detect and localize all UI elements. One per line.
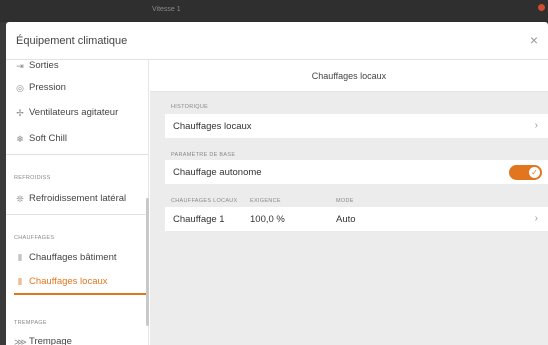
sidebar-item-label: Chauffages locaux bbox=[29, 276, 108, 287]
autonomous-heater-row: Chauffage autonome ✓ bbox=[165, 160, 548, 184]
heater-name: Chauffage 1 bbox=[173, 214, 225, 225]
soaking-icon: ⋙ bbox=[14, 337, 27, 345]
sidebar-item-ventilateurs[interactable]: ✢ Ventilateurs agitateur bbox=[6, 101, 149, 125]
soft-chill-icon: ❄ bbox=[16, 134, 24, 144]
close-icon[interactable]: × bbox=[530, 33, 538, 47]
side-cooling-icon: ❊ bbox=[16, 194, 24, 204]
sidebar-section-trempage: TREMPAGE bbox=[14, 320, 47, 326]
pressure-icon: ◎ bbox=[16, 83, 24, 93]
main-header: Chauffages locaux bbox=[150, 60, 548, 92]
sidebar-scrollbar[interactable] bbox=[146, 198, 149, 326]
fan-icon: ✢ bbox=[16, 108, 24, 118]
column-header-exigence: EXIGENCE bbox=[250, 198, 281, 204]
sidebar-item-chauffages-batiment[interactable]: ⦀ Chauffages bâtiment bbox=[6, 246, 149, 270]
sidebar-item-soft-chill[interactable]: ❄ Soft Chill bbox=[6, 127, 149, 151]
sidebar: ⇥ Sorties ◎ Pression ✢ Ventilateurs agit… bbox=[6, 60, 149, 345]
active-indicator bbox=[14, 293, 147, 295]
page-title: Chauffages locaux bbox=[311, 71, 387, 81]
topbar-title: Vitesse 1 bbox=[152, 6, 181, 13]
climate-equipment-dialog: Équipement climatique × ⇥ Sorties ◎ Pres… bbox=[6, 22, 548, 345]
outputs-icon: ⇥ bbox=[16, 61, 24, 71]
sidebar-item-label: Trempage bbox=[29, 336, 72, 345]
sidebar-item-sorties[interactable]: ⇥ Sorties bbox=[6, 54, 149, 78]
sidebar-item-chauffages-locaux[interactable]: ⦀ Chauffages locaux bbox=[6, 270, 149, 295]
heater-icon: ⦀ bbox=[18, 253, 22, 263]
sidebar-item-label: Pression bbox=[29, 82, 66, 93]
sidebar-item-refroidissement-lateral[interactable]: ❊ Refroidissement latéral bbox=[6, 187, 149, 211]
dialog-title: Équipement climatique bbox=[16, 35, 128, 47]
sidebar-divider bbox=[6, 154, 149, 155]
sidebar-item-label: Refroidissement latéral bbox=[29, 193, 127, 204]
sidebar-section-chauffages: CHAUFFAGES bbox=[14, 235, 55, 241]
sidebar-item-label: Ventilateurs agitateur bbox=[29, 107, 119, 118]
sidebar-item-label: Chauffages bâtiment bbox=[29, 252, 117, 263]
main-panel: Chauffages locaux HISTORIQUE Chauffages … bbox=[150, 60, 548, 345]
table-row[interactable]: Chauffage 1 100,0 % Auto › bbox=[165, 207, 548, 231]
heater-icon: ⦀ bbox=[18, 277, 22, 287]
history-row[interactable]: Chauffages locaux › bbox=[165, 114, 548, 138]
autonomous-heater-toggle[interactable]: ✓ bbox=[509, 165, 542, 180]
column-header-mode: MODE bbox=[336, 198, 354, 204]
heater-requirement: 100,0 % bbox=[250, 214, 285, 225]
sidebar-item-trempage[interactable]: ⋙ Trempage bbox=[6, 330, 149, 345]
check-icon: ✓ bbox=[529, 167, 540, 178]
section-label-parametre-de-base: PARAMÈTRE DE BASE bbox=[171, 152, 236, 158]
notification-dot-icon[interactable] bbox=[538, 4, 545, 11]
sidebar-section-refroidiss: REFROIDISS bbox=[14, 175, 51, 181]
section-label-historique: HISTORIQUE bbox=[171, 104, 209, 110]
sidebar-item-label: Soft Chill bbox=[29, 133, 68, 144]
sidebar-item-pression[interactable]: ◎ Pression bbox=[6, 76, 149, 100]
autonomous-heater-label: Chauffage autonome bbox=[173, 167, 262, 178]
column-header-chauffages-locaux: CHAUFFAGES LOCAUX bbox=[171, 198, 238, 204]
chevron-right-icon: › bbox=[534, 213, 538, 224]
history-row-label: Chauffages locaux bbox=[173, 121, 252, 132]
sidebar-item-label: Sorties bbox=[29, 60, 59, 71]
sidebar-divider bbox=[6, 214, 149, 215]
app-topbar: Vitesse 1 bbox=[0, 0, 548, 22]
chevron-right-icon: › bbox=[534, 120, 538, 131]
heater-mode: Auto bbox=[336, 214, 356, 225]
